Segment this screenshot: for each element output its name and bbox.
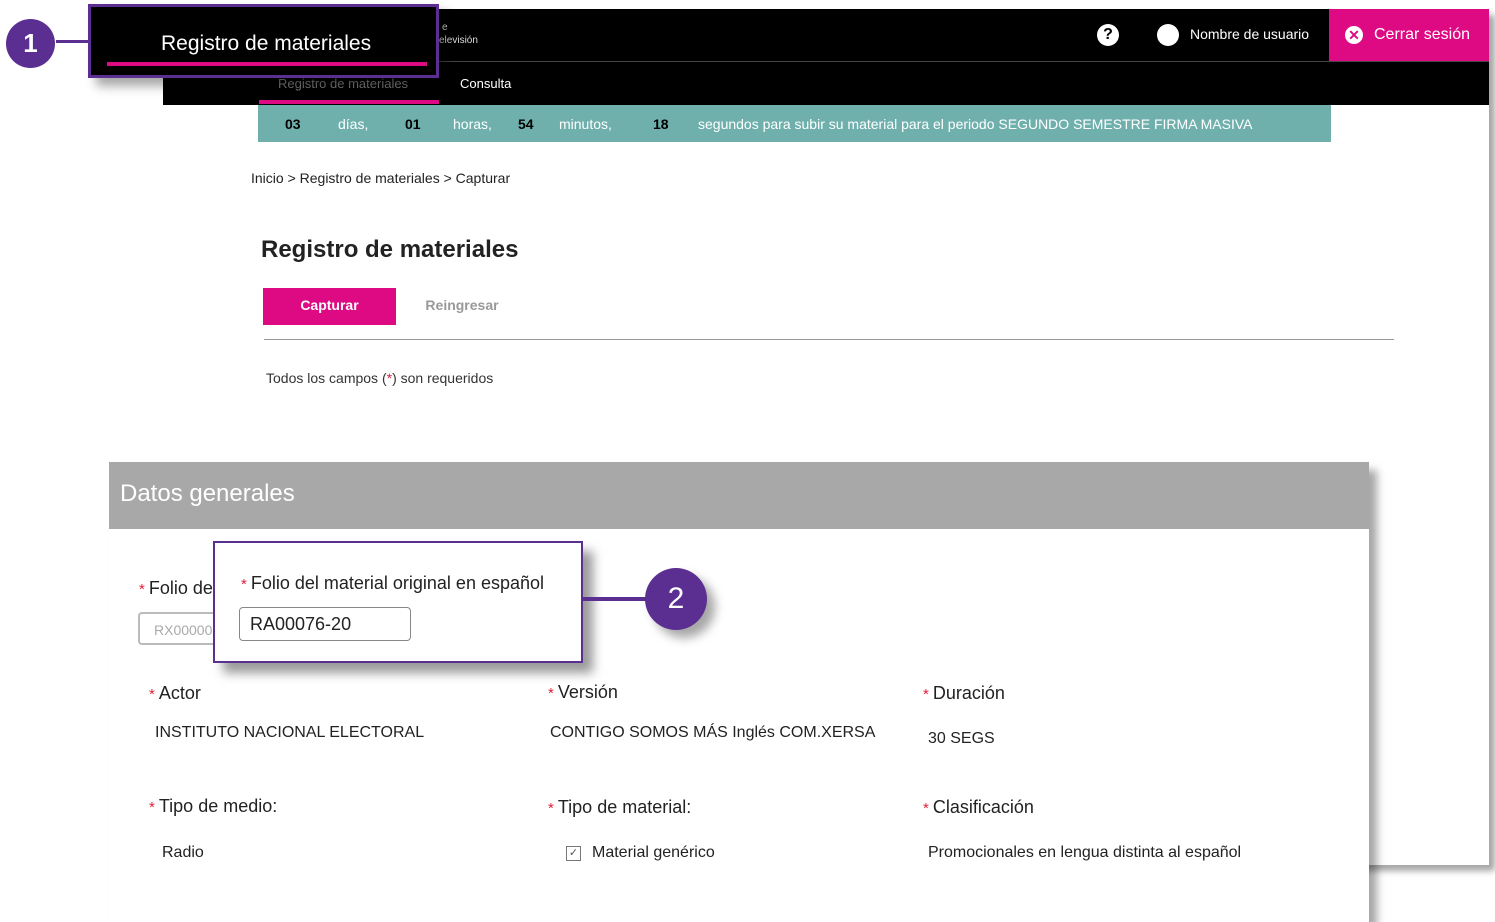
tipo-medio-value: Radio	[162, 844, 204, 861]
callout-1-badge: 1	[6, 19, 55, 68]
tab-reingresar[interactable]: Reingresar	[412, 288, 512, 325]
callout-1-text: Registro de materiales	[161, 32, 372, 55]
timer-minutes-label: minutos,	[559, 116, 612, 132]
brand-text-fragment-1: e	[442, 22, 448, 33]
callout-1-connector	[56, 40, 90, 43]
timer-hours-label: horas,	[453, 116, 492, 132]
user-avatar-icon[interactable]	[1157, 24, 1179, 46]
folio-label: * Folio de	[139, 578, 213, 598]
logout-button[interactable]: ✕ Cerrar sesión	[1329, 9, 1489, 61]
required-note-before: Todos los campos (	[266, 370, 387, 386]
tab-capturar[interactable]: Capturar	[263, 288, 396, 325]
nav-tab-registro[interactable]: Registro de materiales	[278, 76, 408, 91]
version-label: * Versión	[548, 682, 618, 702]
page-title: Registro de materiales	[261, 236, 519, 263]
folio-original-label: * Folio del material original en español	[241, 573, 545, 593]
general-data-header	[109, 462, 1369, 529]
timer-seconds: 18	[653, 116, 669, 132]
general-data-title: Datos generales	[120, 480, 295, 507]
nav-tab-consulta[interactable]: Consulta	[460, 76, 511, 91]
duracion-label: * Duración	[923, 683, 1005, 703]
tipo-material-value: Material genérico	[592, 844, 715, 861]
folio-original-input[interactable]: RA00076-20	[239, 607, 411, 641]
callout-2-badge: 2	[645, 568, 707, 630]
countdown-banner: 03 días, 01 horas, 54 minutos, 18 segund…	[258, 105, 1331, 142]
tabs-divider	[264, 339, 1394, 340]
required-note-after: ) son requeridos	[392, 370, 494, 386]
version-value: CONTIGO SOMOS MÁS Inglés COM.XERSA	[550, 724, 876, 741]
timer-minutes: 54	[518, 116, 534, 132]
logout-label: Cerrar sesión	[1374, 26, 1471, 43]
callout-1-underline	[107, 62, 427, 66]
material-generico-checkbox[interactable]: ✓	[566, 846, 581, 861]
breadcrumb[interactable]: Inicio > Registro de materiales > Captur…	[251, 170, 510, 186]
nav-active-indicator	[259, 100, 439, 104]
user-name[interactable]: Nombre de usuario	[1190, 26, 1309, 42]
brand-text-fragment-2: elevisión	[439, 35, 478, 46]
tipo-material-label: * Tipo de material:	[548, 797, 692, 817]
clasificacion-value: Promocionales en lengua distinta al espa…	[928, 844, 1242, 861]
actor-label: * Actor	[149, 683, 201, 703]
timer-days-label: días,	[338, 116, 369, 132]
actor-value: INSTITUTO NACIONAL ELECTORAL	[155, 724, 425, 741]
close-circle-icon: ✕	[1345, 26, 1363, 44]
duracion-value: 30 SEGS	[928, 730, 995, 747]
tipo-medio-label: * Tipo de medio:	[149, 796, 278, 816]
help-icon[interactable]: ?	[1097, 24, 1119, 46]
timer-message: segundos para subir su material para el …	[698, 116, 1253, 132]
clasificacion-label: * Clasificación	[923, 797, 1034, 817]
timer-hours: 01	[405, 116, 421, 132]
folio-callout-popup: * Folio del material original en español …	[213, 541, 583, 663]
required-fields-note: Todos los campos (*) son requeridos	[266, 370, 493, 386]
callout-1-box: Registro de materiales	[88, 4, 439, 78]
timer-days: 03	[285, 116, 301, 132]
callout-2-connector	[583, 597, 653, 601]
